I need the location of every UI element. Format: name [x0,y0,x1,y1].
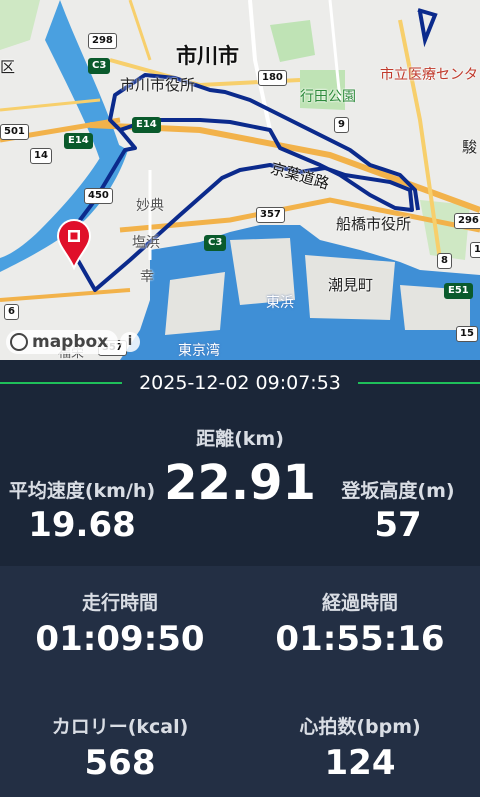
distance-value: 22.91 [164,455,316,511]
date-row: 2025-12-02 09:07:53 [0,368,480,398]
road-shield: 15 [456,326,478,342]
calories-value: 568 [84,743,156,783]
distance-stat: 距離(km) 22.91 [140,424,340,511]
map-label-hospital: 市立医療センタ [380,67,478,83]
elapsed-time-value: 01:55:16 [275,619,445,659]
mapbox-attribution[interactable]: mapbox [6,330,119,354]
heart-rate-stat: 心拍数(bpm) 124 [240,712,480,783]
calories-stat: カロリー(kcal) 568 [0,712,240,783]
map-label-shiohama: 塩浜 [132,235,160,251]
map-label-ichikawa-city: 市川市 [176,44,239,68]
climb-stat: 登坂高度(m) 57 [330,476,466,545]
start-marker-icon[interactable] [56,218,92,270]
heart-rate-label: 心拍数(bpm) [299,716,421,738]
road-shield: 14 [470,242,480,258]
summary-bottom-panel: 走行時間 01:09:50 経過時間 01:55:16 カロリー(kcal) 5… [0,566,480,797]
road-shield: C3 [88,58,111,74]
map-label-ichikawa-office: 市川市役所 [120,76,196,94]
mapbox-logo-icon [10,333,28,351]
map-label-tokyo-bay: 東京湾 [178,343,220,359]
mapbox-attribution-text: mapbox [32,332,109,352]
road-shield: E51 [444,283,473,299]
divider-right [358,382,480,384]
avg-speed-stat: 平均速度(km/h) 19.68 [0,476,164,545]
map-label-edge-ku: 区 [0,58,16,76]
moving-time-label: 走行時間 [81,592,158,614]
divider-left [0,382,122,384]
map-label-gyoda-park: 行田公園 [300,89,356,105]
map-label-funabashi-office: 船橋市役所 [336,215,412,233]
road-shield: 298 [88,33,117,49]
distance-label: 距離(km) [196,428,284,450]
road-shield: 501 [0,124,29,140]
elapsed-time-label: 経過時間 [321,592,398,614]
activity-datetime: 2025-12-02 09:07:53 [139,372,341,394]
route-line [70,8,438,292]
road-shield: 14 [30,148,52,164]
avg-speed-value: 19.68 [28,505,136,545]
info-icon[interactable]: i [120,332,140,352]
summary-top-panel: 2025-12-02 09:07:53 距離(km) 22.91 平均速度(km… [0,360,480,566]
elapsed-time-stat: 経過時間 01:55:16 [240,588,480,659]
road-shield: 6 [4,304,19,320]
road-shield: 180 [258,70,287,86]
route-map[interactable]: 市川市 市川市役所 行田公園 市立医療センタ 船橋市役所 京葉道路 妙典 塩浜 … [0,0,480,360]
map-label-myoden: 妙典 [136,198,164,214]
map-label-edge-kan: 駿 [462,138,478,156]
heart-rate-value: 124 [324,743,396,783]
avg-speed-label: 平均速度(km/h) [8,480,156,502]
map-label-shiomicho: 潮見町 [328,276,374,294]
map-label-saiwai: 幸 [140,269,154,285]
road-shield: 296 [454,213,480,229]
map-label-higashihama: 東浜 [266,295,294,311]
climb-value: 57 [374,505,422,545]
moving-time-value: 01:09:50 [35,619,205,659]
road-shield: E14 [64,133,93,149]
road-shield: C3 [204,235,227,251]
calories-label: カロリー(kcal) [51,716,189,738]
road-shield: E14 [132,117,161,133]
road-shield: 9 [334,117,349,133]
road-shield: 8 [437,253,452,269]
road-shield: 357 [256,207,285,223]
climb-label: 登坂高度(m) [341,480,455,502]
moving-time-stat: 走行時間 01:09:50 [0,588,240,659]
road-shield: 450 [84,188,113,204]
